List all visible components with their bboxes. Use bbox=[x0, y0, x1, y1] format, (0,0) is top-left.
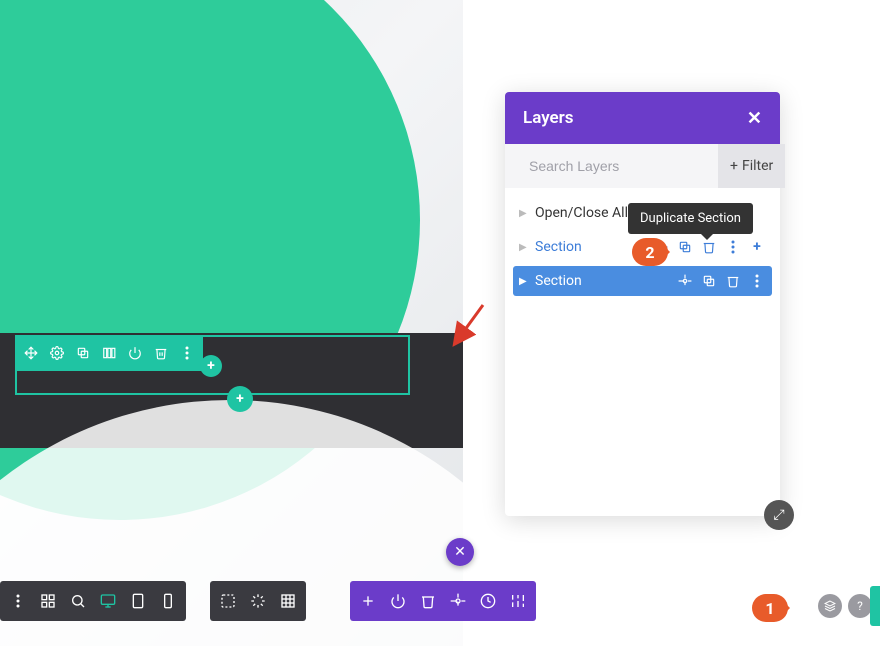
select-icon[interactable] bbox=[218, 591, 238, 611]
filter-button[interactable]: + Filter bbox=[718, 144, 785, 188]
add-row-button[interactable]: + bbox=[227, 386, 253, 412]
add-column-button[interactable]: + bbox=[200, 355, 222, 377]
more-icon[interactable] bbox=[177, 343, 197, 363]
sliders-icon[interactable] bbox=[508, 591, 528, 611]
layers-title: Layers bbox=[523, 108, 574, 128]
chevron-right-icon[interactable]: ▶ bbox=[519, 208, 529, 219]
move-icon[interactable] bbox=[21, 343, 41, 363]
search-input[interactable] bbox=[529, 158, 710, 174]
layer-row-section-active[interactable]: ▶ Section bbox=[513, 266, 772, 296]
layers-panel: Layers ✕ + Filter ▶ Open/Close All ▶ Sec… bbox=[505, 92, 780, 516]
layer-label[interactable]: Section bbox=[535, 239, 646, 255]
help-button[interactable]: ? bbox=[848, 594, 872, 618]
chevron-right-icon[interactable]: ▶ bbox=[519, 276, 529, 287]
layer-row-section[interactable]: ▶ Section + bbox=[513, 232, 772, 262]
trash-icon[interactable] bbox=[418, 591, 438, 611]
plus-icon: + bbox=[730, 158, 738, 174]
filter-label: Filter bbox=[742, 158, 773, 174]
layers-panel-header[interactable]: Layers ✕ bbox=[505, 92, 780, 144]
phone-icon[interactable] bbox=[158, 591, 178, 611]
gear-icon[interactable] bbox=[47, 343, 67, 363]
more-icon[interactable] bbox=[8, 591, 28, 611]
zoom-icon[interactable] bbox=[68, 591, 88, 611]
close-panel-button[interactable]: ✕ bbox=[446, 538, 474, 566]
layers-search-bar: + Filter bbox=[505, 144, 780, 188]
more-icon[interactable] bbox=[748, 272, 766, 290]
builder-canvas[interactable] bbox=[0, 0, 463, 646]
duplicate-icon[interactable] bbox=[676, 238, 694, 256]
power-icon[interactable] bbox=[125, 343, 145, 363]
gear-icon[interactable] bbox=[676, 272, 694, 290]
add-icon[interactable]: + bbox=[748, 238, 766, 256]
close-icon[interactable]: ✕ bbox=[747, 108, 762, 129]
grid-icon[interactable] bbox=[278, 591, 298, 611]
layers-toggle-button[interactable] bbox=[818, 594, 842, 618]
gear-icon[interactable] bbox=[652, 238, 670, 256]
duplicate-icon[interactable] bbox=[700, 272, 718, 290]
annotation-number: 1 bbox=[752, 594, 788, 622]
power-icon[interactable] bbox=[388, 591, 408, 611]
layers-list: ▶ Open/Close All ▶ Section + ▶ Section bbox=[505, 188, 780, 516]
gear-icon[interactable] bbox=[448, 591, 468, 611]
click-icon[interactable] bbox=[248, 591, 268, 611]
interaction-mode-bar bbox=[210, 581, 306, 621]
trash-icon[interactable] bbox=[151, 343, 171, 363]
actions-bar bbox=[350, 581, 536, 621]
row-toolbar bbox=[15, 335, 203, 371]
tooltip-duplicate-section: Duplicate Section bbox=[628, 203, 753, 234]
view-mode-bar bbox=[0, 581, 186, 621]
save-button-edge[interactable] bbox=[870, 586, 880, 626]
layer-label[interactable]: Section bbox=[535, 273, 670, 289]
columns-icon[interactable] bbox=[99, 343, 119, 363]
chevron-right-icon[interactable]: ▶ bbox=[519, 242, 529, 253]
annotation-callout-1: 1 bbox=[752, 594, 788, 622]
more-icon[interactable] bbox=[724, 238, 742, 256]
tablet-icon[interactable] bbox=[128, 591, 148, 611]
plus-icon[interactable] bbox=[358, 591, 378, 611]
annotation-arrow bbox=[448, 300, 488, 350]
trash-icon[interactable] bbox=[700, 238, 718, 256]
history-icon[interactable] bbox=[478, 591, 498, 611]
wireframe-icon[interactable] bbox=[38, 591, 58, 611]
resize-handle[interactable]: ⤢ bbox=[764, 500, 794, 530]
trash-icon[interactable] bbox=[724, 272, 742, 290]
desktop-icon[interactable] bbox=[98, 591, 118, 611]
duplicate-icon[interactable] bbox=[73, 343, 93, 363]
